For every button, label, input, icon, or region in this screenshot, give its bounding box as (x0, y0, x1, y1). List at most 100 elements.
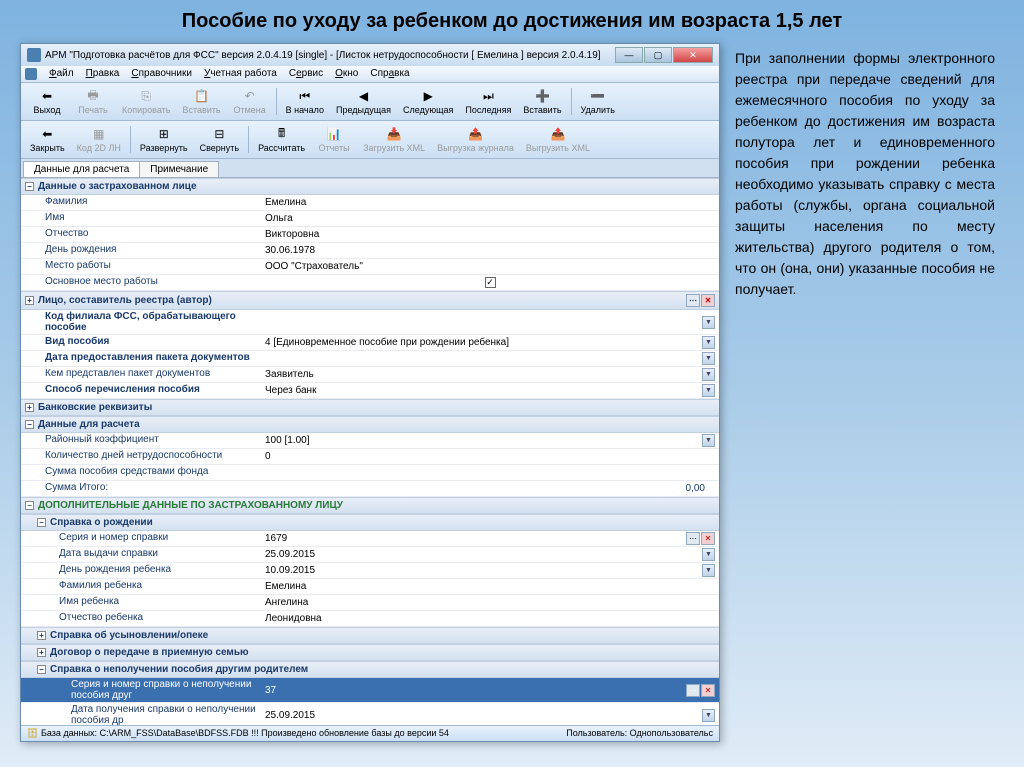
child-name-value[interactable]: Ангелина (265, 597, 715, 608)
dropdown-icon[interactable]: ▼ (702, 548, 715, 561)
delete-button[interactable]: ➖Удалить (576, 86, 620, 117)
op-date-label: Дата получения справки о неполучении пос… (21, 703, 261, 725)
code2d-button[interactable]: ▦Код 2D ЛН (72, 124, 126, 155)
exit-button[interactable]: ⬅Выход (25, 86, 69, 117)
child-surname-value[interactable]: Емелина (265, 581, 715, 592)
section-foster[interactable]: +Договор о передаче в приемную семью (21, 644, 719, 661)
collapse-icon[interactable]: − (37, 665, 46, 674)
dropdown-icon[interactable]: ▼ (702, 336, 715, 349)
section-adopt[interactable]: +Справка об усыновлении/опеке (21, 627, 719, 644)
transfer-label: Способ перечисления пособия (21, 383, 261, 398)
section-other-parent[interactable]: −Справка о неполучении пособия другим ро… (21, 661, 719, 678)
name-value[interactable]: Ольга (265, 213, 715, 224)
collapse-button[interactable]: ⊟Свернуть (195, 124, 244, 155)
work-value[interactable]: ООО "Страхователь" (265, 261, 715, 272)
benefit-type-value[interactable]: 4 [Единовременное пособие при рождении р… (265, 337, 702, 348)
op-date-value[interactable]: 25.09.2015 (265, 710, 702, 721)
menu-ref[interactable]: Справочники (131, 68, 192, 80)
patr-value[interactable]: Викторовна (265, 229, 715, 240)
op-cert-value[interactable]: 37 (265, 685, 686, 696)
benefit-type-label: Вид пособия (21, 335, 261, 350)
dropdown-icon[interactable]: ▼ (702, 316, 715, 329)
calc-button[interactable]: 🖩Рассчитать (253, 124, 310, 155)
section-insured[interactable]: −Данные о застрахованном лице (21, 178, 719, 195)
minimize-button[interactable]: — (615, 47, 643, 63)
insert-icon: ➕ (534, 88, 550, 104)
expand-icon: ⊞ (156, 126, 172, 142)
cert-date-value[interactable]: 25.09.2015 (265, 549, 702, 560)
expand-icon[interactable]: + (25, 296, 34, 305)
child-patr-value[interactable]: Леонидовна (265, 613, 715, 624)
lookup-button[interactable]: ⋯ (686, 684, 700, 697)
menu-help[interactable]: Справка (370, 68, 409, 80)
child-dob-value[interactable]: 10.09.2015 (265, 565, 702, 576)
close-doc-button[interactable]: ⬅Закрыть (25, 124, 70, 155)
dropdown-icon[interactable]: ▼ (702, 384, 715, 397)
dropdown-icon[interactable]: ▼ (702, 352, 715, 365)
section-birth[interactable]: −Справка о рождении (21, 514, 719, 531)
clear-button[interactable]: ✕ (701, 532, 715, 545)
loadxml-button[interactable]: 📥Загрузить XML (358, 124, 430, 155)
tab-note[interactable]: Примечание (139, 161, 219, 177)
dropdown-icon[interactable]: ▼ (702, 368, 715, 381)
menu-svc[interactable]: Сервис (289, 68, 323, 80)
cancel-button[interactable]: ↶Отмена (228, 86, 272, 117)
transfer-value[interactable]: Через банк (265, 385, 702, 396)
section-bank[interactable]: +Банковские реквизиты (21, 399, 719, 416)
menu-bar: ФФайлайл Правка Справочники Учетная рабо… (21, 66, 719, 82)
exportxml-icon: 📤 (550, 126, 566, 142)
surname-label: Фамилия (21, 195, 261, 210)
section-additional[interactable]: −ДОПОЛНИТЕЛЬНЫЕ ДАННЫЕ ПО ЗАСТРАХОВАННОМ… (21, 497, 719, 514)
last-button[interactable]: ⏭Последняя (460, 86, 516, 117)
first-icon: ⏮ (297, 88, 313, 104)
next-button[interactable]: ▶Следующая (398, 86, 458, 117)
dob-value[interactable]: 30.06.1978 (265, 245, 715, 256)
menu-edit[interactable]: Правка (86, 68, 120, 80)
menu-win[interactable]: Окно (335, 68, 358, 80)
cert-num-value[interactable]: 1679 (265, 533, 686, 544)
first-button[interactable]: ⏮В начало (281, 86, 329, 117)
patr-label: Отчество (21, 227, 261, 242)
collapse-icon[interactable]: − (25, 501, 34, 510)
exportlog-button[interactable]: 📤Выгрузка журнала (432, 124, 519, 155)
days-value[interactable]: 0 (265, 451, 715, 462)
menu-file[interactable]: ФФайлайл (49, 68, 74, 80)
expand-icon[interactable]: + (37, 631, 46, 640)
work-label: Место работы (21, 259, 261, 274)
lookup-button[interactable]: ⋯ (686, 532, 700, 545)
paste-button[interactable]: 📋Вставить (177, 86, 225, 117)
prev-button[interactable]: ◀Предыдущая (331, 86, 396, 117)
lookup-button[interactable]: ⋯ (686, 294, 700, 307)
app-window: АРМ "Подготовка расчётов для ФСС" версия… (20, 43, 720, 742)
paste-icon: 📋 (194, 88, 210, 104)
maximize-button[interactable]: ▢ (644, 47, 672, 63)
insert-button[interactable]: ➕Вставить (518, 86, 566, 117)
coef-value[interactable]: 100 [1.00] (265, 435, 702, 446)
main-work-checkbox[interactable]: ✓ (485, 277, 496, 288)
tab-data[interactable]: Данные для расчета (23, 161, 140, 177)
menu-acc[interactable]: Учетная работа (204, 68, 277, 80)
explanation-text: При заполнении формы электронного реестр… (735, 43, 995, 742)
collapse-icon[interactable]: − (25, 182, 34, 191)
reports-button[interactable]: 📊Отчеты (312, 124, 356, 155)
docs-by-value[interactable]: Заявитель (265, 369, 702, 380)
section-calc[interactable]: −Данные для расчета (21, 416, 719, 433)
collapse-icon[interactable]: − (25, 420, 34, 429)
collapse-icon[interactable]: − (37, 518, 46, 527)
dropdown-icon[interactable]: ▼ (702, 434, 715, 447)
section-author[interactable]: +Лицо, составитель реестра (автор)⋯✕ (21, 291, 719, 310)
expand-icon[interactable]: + (37, 648, 46, 657)
clear-button[interactable]: ✕ (701, 294, 715, 307)
dropdown-icon[interactable]: ▼ (702, 709, 715, 722)
close-button[interactable]: ✕ (673, 47, 713, 63)
copy-button[interactable]: ⎘Копировать (117, 86, 175, 117)
print-button[interactable]: 🖶Печать (71, 86, 115, 117)
surname-value[interactable]: Емелина (265, 197, 715, 208)
reports-icon: 📊 (326, 126, 342, 142)
expand-button[interactable]: ⊞Развернуть (135, 124, 193, 155)
exportxml-button[interactable]: 📤Выгрузить XML (521, 124, 595, 155)
dropdown-icon[interactable]: ▼ (702, 564, 715, 577)
form-area: −Данные о застрахованном лице Фамилия Еме… (21, 177, 719, 725)
expand-icon[interactable]: + (25, 403, 34, 412)
clear-button[interactable]: ✕ (701, 684, 715, 697)
